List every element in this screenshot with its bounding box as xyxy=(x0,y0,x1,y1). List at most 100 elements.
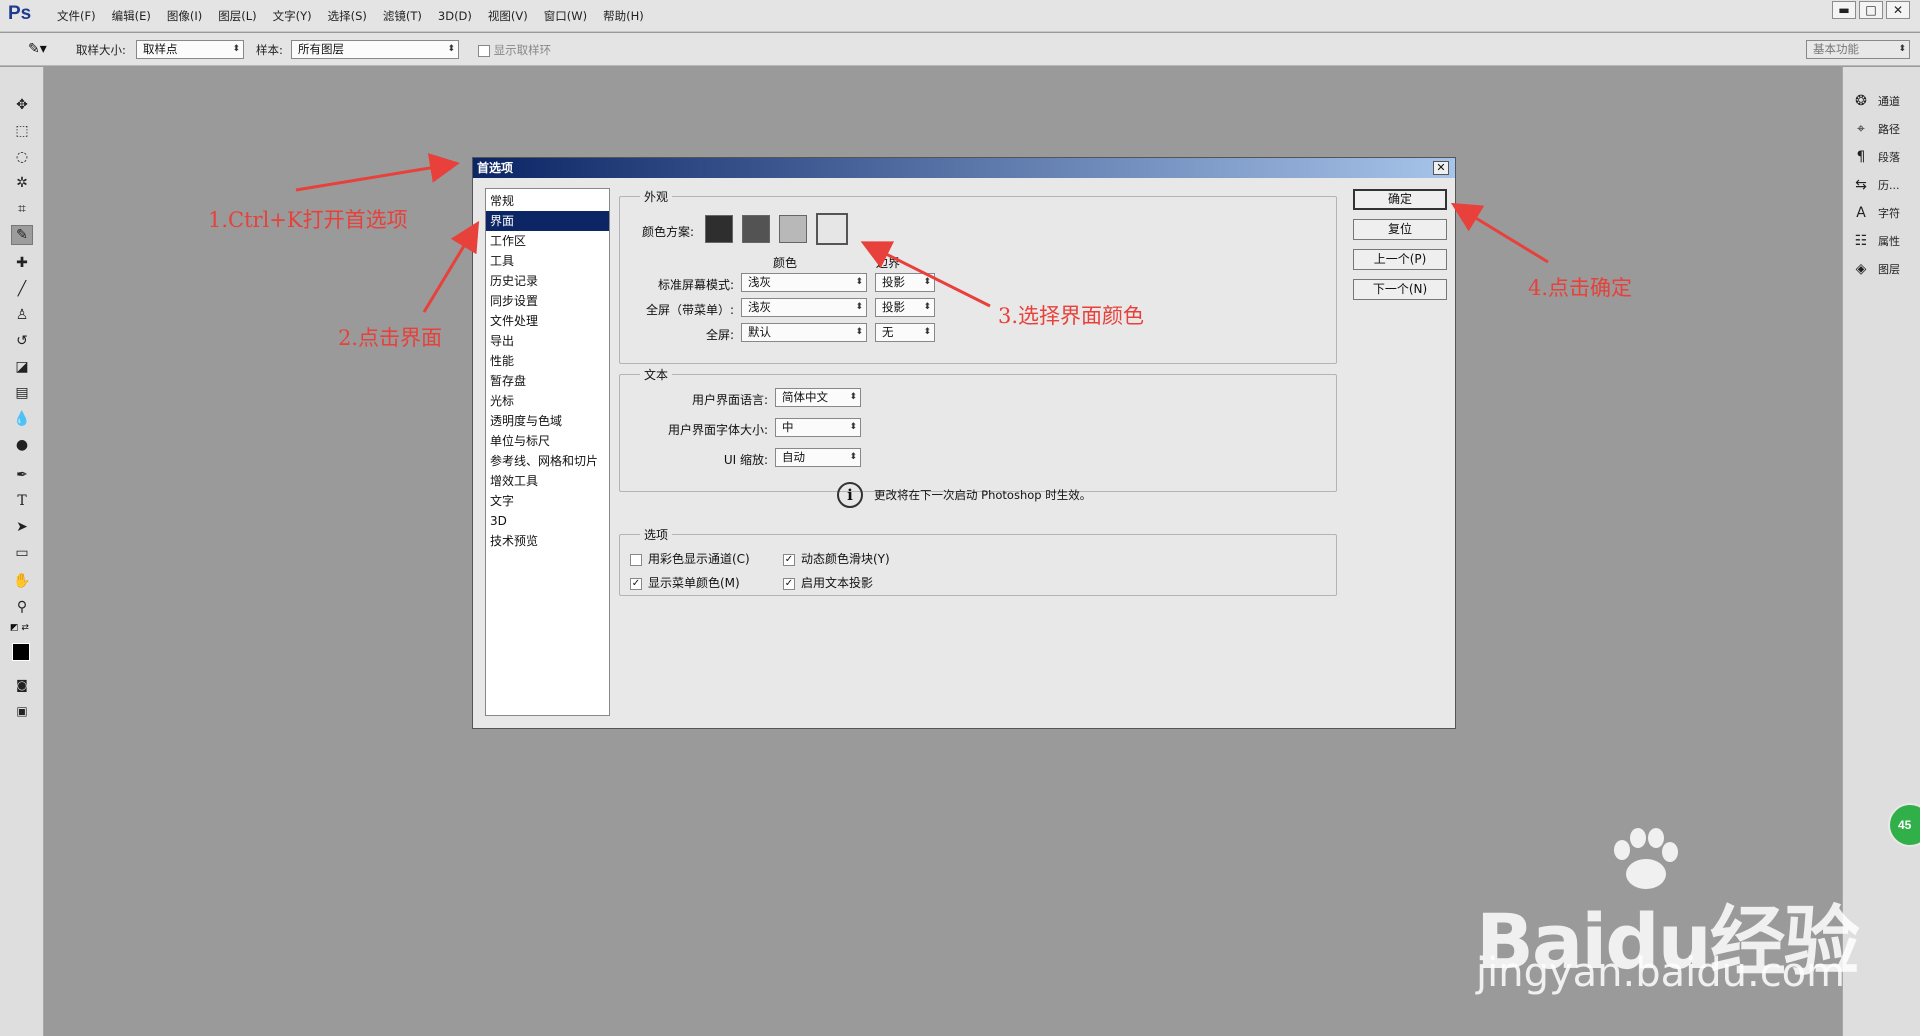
close-window-button[interactable]: ✕ xyxy=(1886,1,1910,19)
text-drop-shadow-option[interactable]: ✓ 启用文本投影 xyxy=(783,574,873,591)
clone-stamp-icon[interactable]: ♙ xyxy=(11,305,33,325)
path-select-icon[interactable]: ➤ xyxy=(11,517,33,537)
marquee-icon[interactable]: ⬚ xyxy=(11,121,33,141)
eraser-icon[interactable]: ◪ xyxy=(11,357,33,377)
dodge-icon[interactable]: ● xyxy=(11,435,33,455)
close-icon[interactable]: ✕ xyxy=(1433,161,1449,175)
category-tools[interactable]: 工具 xyxy=(486,251,609,271)
menu-select[interactable]: 选择(S) xyxy=(321,0,374,32)
ui-language-select[interactable]: 简体中文 ⬍ xyxy=(775,388,861,407)
category-file-handling[interactable]: 文件处理 xyxy=(486,311,609,331)
healing-brush-icon[interactable]: ✚ xyxy=(11,253,33,273)
standard-screen-border-select[interactable]: 投影 ⬍ xyxy=(875,273,935,292)
panel-paragraph[interactable]: ¶ 段落 xyxy=(1851,147,1915,167)
panel-layers[interactable]: ◈ 图层 xyxy=(1851,259,1915,279)
quick-select-icon[interactable]: ✲ xyxy=(11,173,33,193)
category-general[interactable]: 常规 xyxy=(486,191,609,211)
category-interface[interactable]: 界面 xyxy=(486,211,609,231)
gradient-icon[interactable]: ▤ xyxy=(11,383,33,403)
dynamic-sliders-checkbox[interactable]: ✓ xyxy=(783,553,795,566)
lasso-icon[interactable]: ◌ xyxy=(11,147,33,167)
show-ring-checkbox[interactable] xyxy=(478,44,490,57)
category-transparency[interactable]: 透明度与色域 xyxy=(486,411,609,431)
menu-window[interactable]: 窗口(W) xyxy=(537,0,594,32)
ui-font-size-select[interactable]: 中 ⬍ xyxy=(775,418,861,437)
ui-scale-select[interactable]: 自动 ⬍ xyxy=(775,448,861,467)
next-button[interactable]: 下一个(N) xyxy=(1353,279,1447,300)
floating-badge-button[interactable]: 45 xyxy=(1888,803,1920,847)
panel-properties[interactable]: ☷ 属性 xyxy=(1851,231,1915,251)
hand-icon[interactable]: ✋ xyxy=(11,571,33,591)
ok-button[interactable]: 确定 xyxy=(1353,189,1447,210)
menu-filter[interactable]: 滤镜(T) xyxy=(376,0,429,32)
color-channels-option[interactable]: 用彩色显示通道(C) xyxy=(630,550,750,567)
category-performance[interactable]: 性能 xyxy=(486,351,609,371)
panel-paths[interactable]: ⌖ 路径 xyxy=(1851,119,1915,139)
quick-mask-icon[interactable]: ◙ xyxy=(11,675,33,695)
category-3d[interactable]: 3D xyxy=(486,511,609,531)
select-arrow-icon: ⬍ xyxy=(855,327,863,337)
fullscreen-color-select[interactable]: 默认 ⬍ xyxy=(741,323,867,342)
show-sampling-ring-option[interactable]: 显示取样环 xyxy=(478,42,551,58)
category-export[interactable]: 导出 xyxy=(486,331,609,351)
color-channels-checkbox[interactable] xyxy=(630,553,642,566)
menu-type[interactable]: 文字(Y) xyxy=(266,0,319,32)
type-icon[interactable]: T xyxy=(11,491,33,511)
color-scheme-swatch-medium[interactable] xyxy=(779,215,807,243)
panel-label: 通道 xyxy=(1878,95,1900,108)
pen-icon[interactable]: ✒ xyxy=(11,465,33,485)
eyedropper-icon[interactable]: ✎ xyxy=(11,225,33,245)
category-scratch-disks[interactable]: 暂存盘 xyxy=(486,371,609,391)
minimize-button[interactable]: ▬ xyxy=(1832,1,1856,19)
menu-colors-option[interactable]: ✓ 显示菜单颜色(M) xyxy=(630,574,740,591)
fullscreen-menu-border-select[interactable]: 投影 ⬍ xyxy=(875,298,935,317)
history-brush-icon[interactable]: ↺ xyxy=(11,331,33,351)
color-scheme-swatch-darkest[interactable] xyxy=(705,215,733,243)
eyedropper-tool-preset-icon[interactable]: ✎▾ xyxy=(28,41,47,57)
fullscreen-menu-color-select[interactable]: 浅灰 ⬍ xyxy=(741,298,867,317)
screen-mode-icon[interactable]: ▣ xyxy=(11,701,33,721)
category-sync[interactable]: 同步设置 xyxy=(486,291,609,311)
foreground-color-swatch[interactable] xyxy=(12,643,30,661)
category-type[interactable]: 文字 xyxy=(486,491,609,511)
menu-file[interactable]: 文件(F) xyxy=(50,0,103,32)
menu-layer[interactable]: 图层(L) xyxy=(211,0,263,32)
workspace-select[interactable]: 基本功能 ⬍ xyxy=(1806,40,1910,59)
category-workspace[interactable]: 工作区 xyxy=(486,231,609,251)
menu-edit[interactable]: 编辑(E) xyxy=(105,0,158,32)
category-cursors[interactable]: 光标 xyxy=(486,391,609,411)
category-units-rulers[interactable]: 单位与标尺 xyxy=(486,431,609,451)
menu-3d[interactable]: 3D(D) xyxy=(431,0,479,32)
restore-button[interactable]: □ xyxy=(1859,1,1883,19)
panel-channels[interactable]: ❂ 通道 xyxy=(1851,91,1915,111)
sample-size-value: 取样点 xyxy=(143,42,178,56)
color-scheme-swatch-dark[interactable] xyxy=(742,215,770,243)
category-tech-preview[interactable]: 技术预览 xyxy=(486,531,609,551)
previous-button[interactable]: 上一个(P) xyxy=(1353,249,1447,270)
category-guides-grid[interactable]: 参考线、网格和切片 xyxy=(486,451,609,471)
fullscreen-border-select[interactable]: 无 ⬍ xyxy=(875,323,935,342)
panel-character[interactable]: A 字符 xyxy=(1851,203,1915,223)
category-plugins[interactable]: 增效工具 xyxy=(486,471,609,491)
blur-icon[interactable]: 💧 xyxy=(11,409,33,429)
text-drop-shadow-checkbox[interactable]: ✓ xyxy=(783,577,795,590)
standard-screen-color-select[interactable]: 浅灰 ⬍ xyxy=(741,273,867,292)
color-scheme-swatch-light[interactable] xyxy=(816,213,848,245)
zoom-icon[interactable]: ⚲ xyxy=(11,597,33,617)
menu-view[interactable]: 视图(V) xyxy=(481,0,535,32)
character-icon: A xyxy=(1856,205,1866,221)
move-icon[interactable]: ✥ xyxy=(11,95,33,115)
brush-icon[interactable]: ╱ xyxy=(11,279,33,299)
dynamic-sliders-option[interactable]: ✓ 动态颜色滑块(Y) xyxy=(783,550,890,567)
crop-icon[interactable]: ⌗ xyxy=(11,199,33,219)
menu-colors-checkbox[interactable]: ✓ xyxy=(630,577,642,590)
category-history-log[interactable]: 历史记录 xyxy=(486,271,609,291)
menu-help[interactable]: 帮助(H) xyxy=(596,0,651,32)
reset-button[interactable]: 复位 xyxy=(1353,219,1447,240)
panel-history[interactable]: ⇆ 历... xyxy=(1851,175,1915,195)
default-colors-icon[interactable]: ◩ ⇄ xyxy=(10,623,29,633)
shape-icon[interactable]: ▭ xyxy=(11,543,33,563)
sample-select[interactable]: 所有图层 ⬍ xyxy=(291,40,459,59)
sample-size-select[interactable]: 取样点 ⬍ xyxy=(136,40,244,59)
menu-image[interactable]: 图像(I) xyxy=(160,0,209,32)
